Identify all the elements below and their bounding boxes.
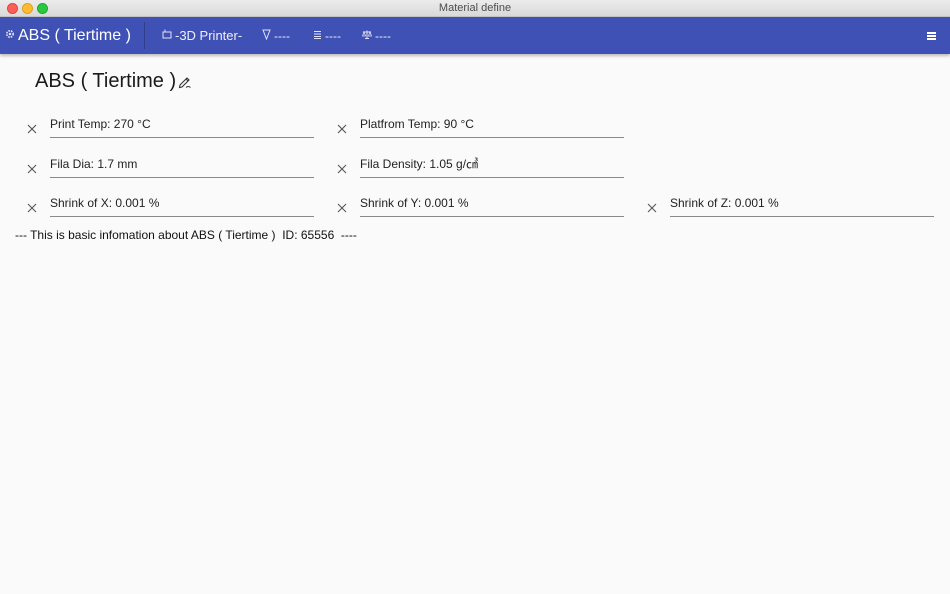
- scale-icon: [361, 30, 373, 42]
- scale-selector-button[interactable]: ----: [361, 17, 391, 54]
- title-bar: Material define: [0, 0, 950, 17]
- clear-shrink-z-icon[interactable]: [646, 201, 658, 213]
- shrink-x-field: Shrink of X: 0.001 %: [27, 195, 350, 219]
- shrink-z-field: Shrink of Z: 0.001 %: [647, 195, 950, 219]
- shrink-y-field: Shrink of Y: 0.001 %: [337, 195, 660, 219]
- list-selector-button[interactable]: ----: [313, 17, 341, 54]
- clear-print-temp-icon[interactable]: [26, 122, 38, 134]
- printer-icon: [162, 29, 172, 42]
- clear-shrink-x-icon[interactable]: [26, 201, 38, 213]
- clear-shrink-y-icon[interactable]: [336, 201, 348, 213]
- clear-platform-temp-icon[interactable]: [336, 122, 348, 134]
- shrink-x-input[interactable]: Shrink of X: 0.001 %: [50, 195, 314, 217]
- list-icon: [313, 30, 322, 42]
- fila-density-field: Fila Density: 1.05 g/㎤: [337, 156, 660, 180]
- printer-selector-button[interactable]: -3D Printer-: [162, 17, 242, 54]
- gear-icon: [5, 29, 15, 42]
- fila-dia-input[interactable]: Fila Dia: 1.7 mm: [50, 156, 314, 178]
- nozzle-selector-label: ----: [274, 28, 290, 43]
- toolbar-divider: [144, 22, 145, 49]
- app-toolbar: ABS ( Tiertime ) -3D Printer- ---- ---- …: [0, 17, 950, 54]
- material-info-text: --- This is basic infomation about ABS (…: [15, 228, 357, 242]
- clear-fila-density-icon[interactable]: [336, 162, 348, 174]
- material-title: ABS ( Tiertime ): [35, 70, 177, 92]
- platform-temp-input[interactable]: Platfrom Temp: 90 °C: [360, 116, 624, 138]
- nozzle-selector-button[interactable]: ----: [262, 17, 290, 54]
- list-selector-label: ----: [325, 28, 341, 43]
- fila-dia-field: Fila Dia: 1.7 mm: [27, 156, 350, 180]
- fila-density-input[interactable]: Fila Density: 1.05 g/㎤: [360, 156, 624, 178]
- material-selector-label: ABS ( Tiertime ): [18, 26, 131, 44]
- material-selector-button[interactable]: ABS ( Tiertime ): [5, 17, 131, 54]
- nozzle-icon: [262, 29, 271, 43]
- hamburger-menu-icon[interactable]: [926, 27, 938, 43]
- clear-fila-dia-icon[interactable]: [26, 162, 38, 174]
- shrink-y-input[interactable]: Shrink of Y: 0.001 %: [360, 195, 624, 217]
- window-title: Material define: [438, 2, 512, 14]
- scale-selector-label: ----: [375, 28, 391, 43]
- edit-pencil-icon[interactable]: [178, 75, 192, 89]
- shrink-z-input[interactable]: Shrink of Z: 0.001 %: [670, 195, 934, 217]
- printer-selector-label: -3D Printer-: [175, 28, 243, 43]
- print-temp-input[interactable]: Print Temp: 270 °C: [50, 116, 314, 138]
- app-window: Material define ABS ( Tiertime ) -3D Pri…: [0, 0, 950, 594]
- platform-temp-field: Platfrom Temp: 90 °C: [337, 116, 660, 140]
- print-temp-field: Print Temp: 270 °C: [27, 116, 350, 140]
